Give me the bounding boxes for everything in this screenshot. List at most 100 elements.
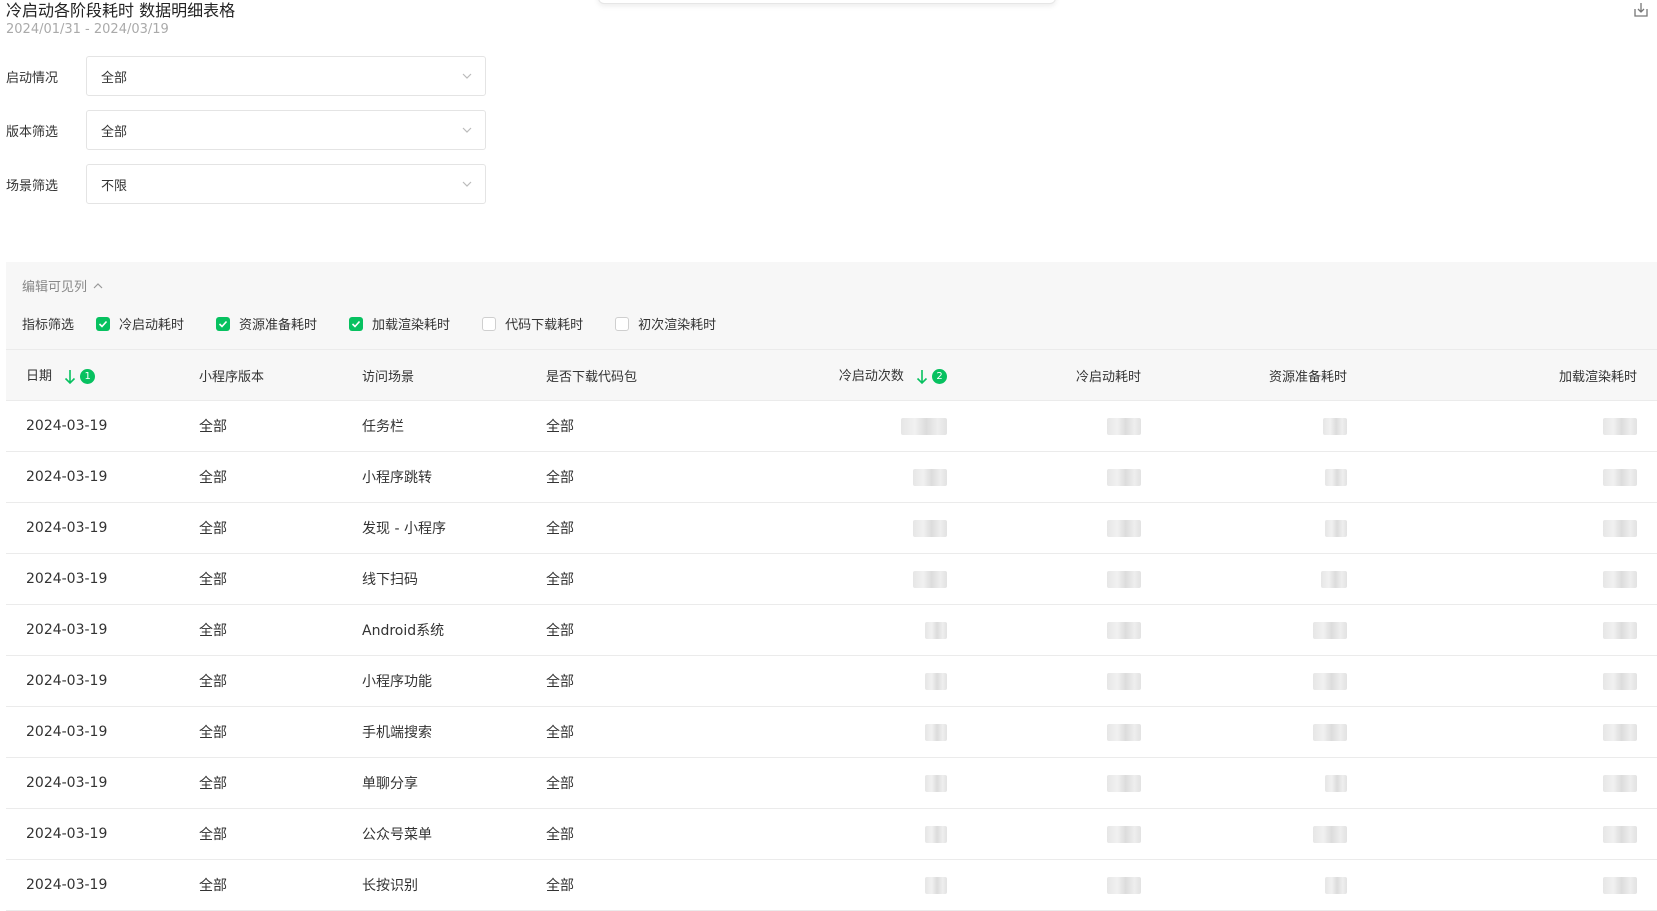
redacted-value [1323, 417, 1347, 435]
export-icon[interactable] [1633, 2, 1649, 18]
scene-cell: 小程序跳转 [362, 451, 546, 503]
edit-columns-toggle[interactable]: 编辑可见列 [22, 276, 103, 295]
cold-time-cell [967, 400, 1161, 452]
data-table: 日期 1 小程序版本 访问场景 是否下载代码包 冷启动次数 2 冷启动耗时 资源… [6, 349, 1657, 911]
redacted-value [1313, 825, 1347, 843]
redacted-value [1313, 672, 1347, 690]
redacted-value [925, 825, 947, 843]
redacted-value [925, 723, 947, 741]
version-cell: 全部 [199, 400, 362, 452]
filter-label: 场景筛选 [6, 178, 59, 194]
redacted-value [913, 468, 947, 486]
column-header-label: 冷启动次数 [838, 369, 904, 385]
metric-label: 代码下载耗时 [505, 318, 584, 333]
redacted-value [1603, 723, 1637, 741]
resource-time-cell [1161, 655, 1367, 707]
redacted-value [925, 774, 947, 792]
cold-time-cell [967, 859, 1161, 911]
column-header-version[interactable]: 小程序版本 [199, 349, 362, 401]
metric-checkbox-first-render[interactable]: 初次渲染耗时 [615, 314, 716, 333]
column-header-download[interactable]: 是否下载代码包 [546, 349, 722, 401]
date-cell: 2024-03-19 [6, 655, 199, 707]
sort-order-badge: 1 [80, 369, 96, 385]
sort-indicator[interactable]: 1 [64, 369, 96, 385]
column-header-render-time[interactable]: 加载渲染耗时 [1367, 349, 1657, 401]
metric-filter: 指标筛选 冷启动耗时 资源准备耗时 加载渲染耗时 代码下载耗时 初次渲染耗时 [22, 314, 748, 333]
select-value: 全部 [101, 124, 128, 140]
cold-count-cell [722, 400, 967, 452]
version-cell: 全部 [199, 808, 362, 860]
cold-time-cell [967, 808, 1161, 860]
download-cell: 全部 [546, 553, 722, 605]
column-header-resource-time[interactable]: 资源准备耗时 [1161, 349, 1367, 401]
start-status-select[interactable]: 全部 [86, 56, 486, 96]
redacted-value [1107, 417, 1141, 435]
redacted-value [1107, 468, 1141, 486]
filter-row-version: 版本筛选 全部 [6, 110, 486, 150]
render-time-cell [1367, 706, 1657, 758]
metric-checkbox-cold-start[interactable]: 冷启动耗时 [96, 314, 184, 333]
version-cell: 全部 [199, 502, 362, 554]
redacted-value [1321, 570, 1347, 588]
date-cell: 2024-03-19 [6, 502, 199, 554]
scene-cell: 单聊分享 [362, 757, 546, 809]
redacted-value [1107, 570, 1141, 588]
resource-time-cell [1161, 400, 1367, 452]
redacted-value [913, 570, 947, 588]
column-header-cold-count[interactable]: 冷启动次数 2 [722, 349, 967, 401]
column-header-cold-time[interactable]: 冷启动耗时 [967, 349, 1161, 401]
scene-cell: 线下扫码 [362, 553, 546, 605]
sort-indicator[interactable]: 2 [916, 369, 947, 385]
redacted-value [925, 621, 947, 639]
redacted-value [1603, 672, 1637, 690]
date-cell: 2024-03-19 [6, 757, 199, 809]
scene-cell: 发现 - 小程序 [362, 502, 546, 554]
render-time-cell [1367, 859, 1657, 911]
redacted-value [1325, 774, 1347, 792]
chevron-down-icon [462, 181, 472, 187]
scene-cell: 任务栏 [362, 400, 546, 452]
page-title: 冷启动各阶段耗时 数据明细表格 [6, 1, 236, 20]
cold-time-cell [967, 502, 1161, 554]
check-icon [349, 316, 364, 331]
cold-count-cell [722, 604, 967, 656]
version-select[interactable]: 全部 [86, 110, 486, 150]
download-cell: 全部 [546, 859, 722, 911]
redacted-value [925, 672, 947, 690]
version-cell: 全部 [199, 451, 362, 503]
table-row: 2024-03-19 全部 公众号菜单 全部 [6, 808, 1657, 860]
chevron-up-icon [93, 282, 103, 288]
table-row: 2024-03-19 全部 发现 - 小程序 全部 [6, 502, 1657, 554]
redacted-value [1603, 417, 1637, 435]
resource-time-cell [1161, 553, 1367, 605]
checkbox-box [615, 316, 630, 331]
metric-label: 加载渲染耗时 [372, 318, 451, 333]
arrow-down-icon [65, 369, 76, 384]
column-header-scene[interactable]: 访问场景 [362, 349, 546, 401]
redacted-value [901, 417, 947, 435]
redacted-value [1107, 825, 1141, 843]
render-time-cell [1367, 400, 1657, 452]
chevron-down-icon [462, 127, 472, 133]
version-cell: 全部 [199, 859, 362, 911]
cold-count-cell [722, 655, 967, 707]
scene-select[interactable]: 不限 [86, 164, 486, 204]
download-cell: 全部 [546, 808, 722, 860]
download-cell: 全部 [546, 706, 722, 758]
column-header-date[interactable]: 日期 1 [6, 349, 199, 401]
date-cell: 2024-03-19 [6, 706, 199, 758]
metric-checkbox-render[interactable]: 加载渲染耗时 [349, 314, 450, 333]
metric-checkbox-resource[interactable]: 资源准备耗时 [216, 314, 317, 333]
scene-cell: 长按识别 [362, 859, 546, 911]
redacted-value [1107, 774, 1141, 792]
date-cell: 2024-03-19 [6, 553, 199, 605]
version-cell: 全部 [199, 706, 362, 758]
filter-label: 版本筛选 [6, 124, 59, 140]
cold-count-cell [722, 808, 967, 860]
table-row: 2024-03-19 全部 长按识别 全部 [6, 859, 1657, 911]
render-time-cell [1367, 808, 1657, 860]
metric-checkbox-code-download[interactable]: 代码下载耗时 [482, 314, 583, 333]
cold-time-cell [967, 655, 1161, 707]
table-row: 2024-03-19 全部 小程序跳转 全部 [6, 451, 1657, 503]
check-icon [96, 316, 111, 331]
